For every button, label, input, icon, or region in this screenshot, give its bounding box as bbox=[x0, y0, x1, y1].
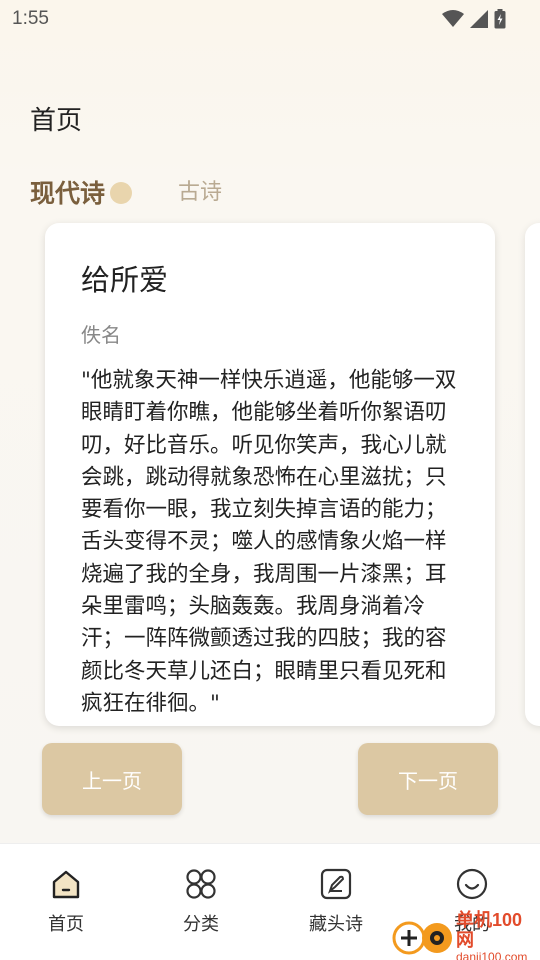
signal-icon bbox=[470, 10, 488, 28]
tab-classical-poetry[interactable]: 古诗 bbox=[178, 174, 222, 206]
battery-icon bbox=[494, 9, 506, 29]
category-icon bbox=[183, 866, 219, 902]
watermark-url: danji100.com bbox=[456, 949, 528, 960]
page-title: 首页 bbox=[30, 106, 83, 136]
nav-item-category[interactable]: 分类 bbox=[151, 866, 251, 936]
status-time: 1:55 bbox=[12, 8, 49, 29]
tab-modern-poetry[interactable]: 现代诗 bbox=[30, 174, 105, 210]
nav-item-home[interactable]: 首页 bbox=[16, 866, 116, 936]
poem-type-tabs: 现代诗 古诗 bbox=[30, 170, 330, 214]
watermark-logo-icon bbox=[392, 917, 454, 957]
poem-author: 佚名 bbox=[81, 323, 121, 347]
profile-icon bbox=[454, 866, 490, 902]
nav-label-category: 分类 bbox=[183, 914, 219, 934]
acrostic-icon bbox=[318, 866, 354, 902]
poem-title: 给所爱 bbox=[81, 263, 169, 297]
nav-label-home: 首页 bbox=[48, 914, 84, 934]
next-page-button[interactable]: 下一页 bbox=[358, 743, 498, 815]
poem-card[interactable]: 给所爱 佚名 "他就象天神一样快乐逍遥，他能够一双眼睛盯着你瞧，他能够坐着听你絮… bbox=[45, 223, 495, 726]
active-tab-indicator bbox=[110, 182, 132, 204]
watermark-text: 单机100网 danji100.com bbox=[456, 910, 540, 960]
wifi-icon bbox=[442, 10, 464, 27]
watermark-name: 单机100网 bbox=[456, 909, 523, 950]
poem-content: "他就象天神一样快乐逍遥，他能够一双眼睛盯着你瞧，他能够坐着听你絮语叨叨，好比音… bbox=[81, 368, 457, 716]
nav-label-acrostic: 藏头诗 bbox=[309, 914, 363, 934]
home-icon bbox=[48, 866, 84, 902]
status-icons bbox=[442, 9, 506, 29]
status-bar: 1:55 bbox=[0, 0, 540, 38]
watermark: 单机100网 danji100.com bbox=[392, 910, 540, 960]
nav-item-acrostic[interactable]: 藏头诗 bbox=[286, 866, 386, 936]
prev-page-button[interactable]: 上一页 bbox=[42, 743, 182, 815]
next-poem-card-peek[interactable] bbox=[525, 223, 540, 726]
